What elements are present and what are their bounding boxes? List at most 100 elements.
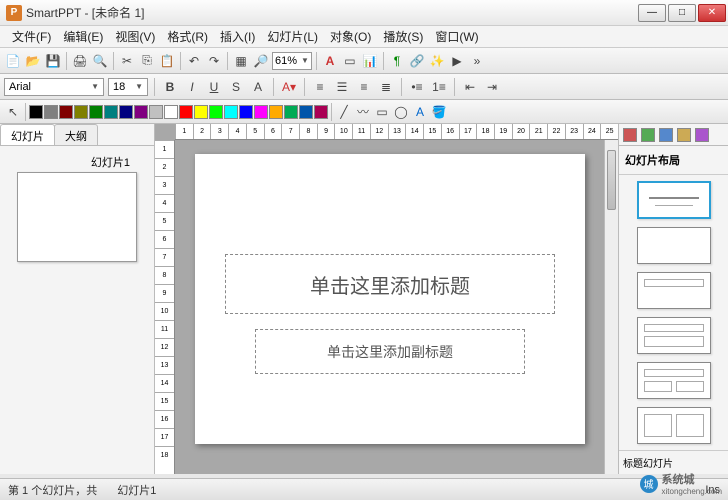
indent-dec-icon[interactable]: ⇤ — [461, 78, 479, 96]
font-name-combo[interactable]: Arial▼ — [4, 78, 104, 96]
layout-title-only[interactable] — [637, 272, 711, 309]
color-swatch-13[interactable] — [224, 105, 238, 119]
preview-icon[interactable]: 🔍 — [91, 52, 109, 70]
color-swatch-16[interactable] — [269, 105, 283, 119]
align-center-icon[interactable]: ☰ — [333, 78, 351, 96]
menu-slide[interactable]: 幻灯片(L) — [261, 26, 324, 47]
panel-icon-3[interactable] — [659, 128, 673, 142]
color-swatch-12[interactable] — [209, 105, 223, 119]
copy-icon[interactable]: ⎘ — [138, 52, 156, 70]
layout-two-content[interactable] — [637, 362, 711, 399]
minimize-button[interactable]: — — [638, 4, 666, 22]
color-swatch-3[interactable] — [74, 105, 88, 119]
maximize-button[interactable]: □ — [668, 4, 696, 22]
color-swatch-17[interactable] — [284, 105, 298, 119]
fx-icon[interactable]: ✨ — [428, 52, 446, 70]
color-swatch-19[interactable] — [314, 105, 328, 119]
textbox-icon[interactable]: A — [411, 103, 429, 121]
slide-canvas[interactable]: 单击这里添加标题 单击这里添加副标题 — [195, 154, 585, 444]
fill-icon[interactable]: 🪣 — [430, 103, 448, 121]
align-left-icon[interactable]: ≡ — [311, 78, 329, 96]
rect-icon[interactable]: ▭ — [373, 103, 391, 121]
tab-outline[interactable]: 大纲 — [54, 124, 98, 145]
ruler-vertical: 123456789101112131415161718 — [155, 140, 175, 474]
layout-blank[interactable] — [637, 227, 711, 264]
layout-two-col[interactable] — [637, 407, 711, 444]
color-swatch-0[interactable] — [29, 105, 43, 119]
strike-icon[interactable]: S — [227, 78, 245, 96]
italic-icon[interactable]: I — [183, 78, 201, 96]
color-swatch-14[interactable] — [239, 105, 253, 119]
panel-icon-2[interactable] — [641, 128, 655, 142]
layout-title-slide[interactable] — [637, 181, 711, 219]
play-icon[interactable]: ▶ — [448, 52, 466, 70]
color-swatch-11[interactable] — [194, 105, 208, 119]
zoom-combo[interactable]: 61%▼ — [272, 52, 312, 70]
save-icon[interactable]: 💾 — [44, 52, 62, 70]
font-color-icon[interactable]: A▾ — [280, 78, 298, 96]
ruler-horizontal: 1234567891011121314151617181920212223242… — [175, 124, 618, 140]
color-swatch-1[interactable] — [44, 105, 58, 119]
curve-icon[interactable]: 〰 — [354, 103, 372, 121]
panel-icon-5[interactable] — [695, 128, 709, 142]
menu-view[interactable]: 视图(V) — [109, 26, 161, 47]
pi-icon[interactable]: ¶ — [388, 52, 406, 70]
color-swatch-15[interactable] — [254, 105, 268, 119]
slide-thumbnail-1[interactable] — [17, 172, 137, 262]
justify-icon[interactable]: ≣ — [377, 78, 395, 96]
color-swatch-10[interactable] — [179, 105, 193, 119]
panel-icon-1[interactable] — [623, 128, 637, 142]
close-button[interactable]: ✕ — [698, 4, 726, 22]
subtitle-placeholder[interactable]: 单击这里添加副标题 — [255, 329, 525, 374]
bullets-icon[interactable]: •≡ — [408, 78, 426, 96]
numbering-icon[interactable]: 1≡ — [430, 78, 448, 96]
find-icon[interactable]: 🔎 — [252, 52, 270, 70]
menu-insert[interactable]: 插入(I) — [214, 26, 261, 47]
title-placeholder[interactable]: 单击这里添加标题 — [225, 254, 555, 314]
align-right-icon[interactable]: ≡ — [355, 78, 373, 96]
color-swatch-7[interactable] — [134, 105, 148, 119]
window-title: SmartPPT - [未命名 1] — [26, 4, 636, 21]
menu-edit[interactable]: 编辑(E) — [57, 26, 109, 47]
shape-icon[interactable]: ▭ — [341, 52, 359, 70]
new-icon[interactable]: 📄 — [4, 52, 22, 70]
paste-icon[interactable]: 📋 — [158, 52, 176, 70]
color-swatch-8[interactable] — [149, 105, 163, 119]
ellipse-icon[interactable]: ◯ — [392, 103, 410, 121]
redo-icon[interactable]: ↷ — [205, 52, 223, 70]
bold-icon[interactable]: B — [161, 78, 179, 96]
more-icon[interactable]: » — [468, 52, 486, 70]
panel-icon-4[interactable] — [677, 128, 691, 142]
print-icon[interactable]: 🖨 — [71, 52, 89, 70]
menu-file[interactable]: 文件(F) — [6, 26, 57, 47]
underline-icon[interactable]: U — [205, 78, 223, 96]
color-swatch-18[interactable] — [299, 105, 313, 119]
menu-format[interactable]: 格式(R) — [161, 26, 214, 47]
color-swatch-5[interactable] — [104, 105, 118, 119]
menu-window[interactable]: 窗口(W) — [429, 26, 484, 47]
font-size-combo[interactable]: 18▼ — [108, 78, 148, 96]
layout-title-content[interactable] — [637, 317, 711, 354]
color-swatch-6[interactable] — [119, 105, 133, 119]
text-icon[interactable]: A — [321, 52, 339, 70]
menu-object[interactable]: 对象(O) — [324, 26, 377, 47]
chart-icon[interactable]: 📊 — [361, 52, 379, 70]
undo-icon[interactable]: ↶ — [185, 52, 203, 70]
link-icon[interactable]: 🔗 — [408, 52, 426, 70]
indent-inc-icon[interactable]: ⇥ — [483, 78, 501, 96]
color-swatch-4[interactable] — [89, 105, 103, 119]
tab-slides[interactable]: 幻灯片 — [0, 124, 55, 145]
cut-icon[interactable]: ✂ — [118, 52, 136, 70]
menu-bar: 文件(F) 编辑(E) 视图(V) 格式(R) 插入(I) 幻灯片(L) 对象(… — [0, 26, 728, 48]
color-swatch-2[interactable] — [59, 105, 73, 119]
line-icon[interactable]: ╱ — [335, 103, 353, 121]
pointer-icon[interactable]: ↖ — [4, 103, 22, 121]
shadow-icon[interactable]: A — [249, 78, 267, 96]
grid-icon[interactable]: ▦ — [232, 52, 250, 70]
menu-play[interactable]: 播放(S) — [377, 26, 429, 47]
color-swatch-9[interactable] — [164, 105, 178, 119]
toolbar-main: 📄 📂 💾 🖨 🔍 ✂ ⎘ 📋 ↶ ↷ ▦ 🔎 61%▼ A ▭ 📊 ¶ 🔗 ✨… — [0, 48, 728, 74]
status-slide-name: 幻灯片1 — [117, 482, 156, 498]
open-icon[interactable]: 📂 — [24, 52, 42, 70]
scrollbar-vertical[interactable] — [604, 140, 618, 474]
